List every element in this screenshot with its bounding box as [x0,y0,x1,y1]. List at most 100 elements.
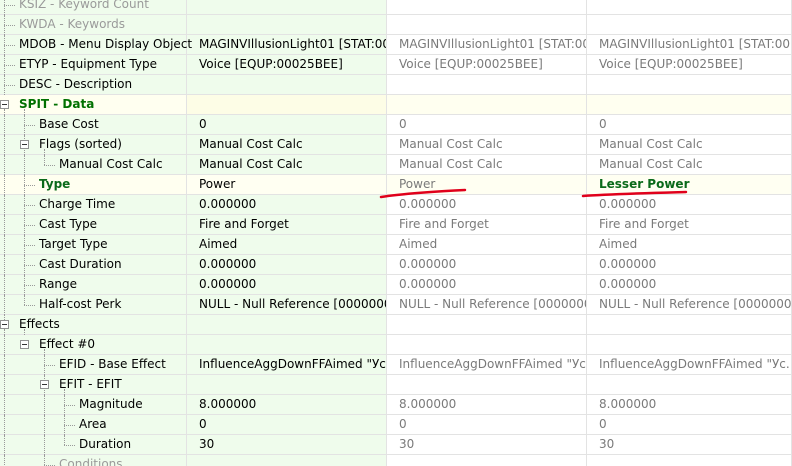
label-cell[interactable]: Effects [0,315,187,335]
label-cell[interactable]: Cast Duration [0,255,187,275]
value-cell[interactable]: Voice [EQUP:00025BEE] [187,55,387,74]
collapse-icon[interactable] [40,380,49,389]
row-manual-cost-calc[interactable]: Manual Cost Calc Manual Cost Calc Manual… [0,155,792,175]
row-area[interactable]: Area 0 0 0 [0,415,792,435]
value-cell[interactable]: Power [187,175,387,194]
value-cell[interactable]: 30 [187,435,387,454]
value-cell[interactable]: NULL - Null Reference [00000000] [187,295,387,314]
value-cell[interactable]: 0.000000 [587,275,792,294]
value-cell[interactable] [587,315,792,334]
value-cell[interactable] [187,15,387,34]
value-cell[interactable]: 0 [187,415,387,434]
value-cell[interactable] [187,375,387,394]
row-base-cost[interactable]: Base Cost 0 0 0 [0,115,792,135]
label-cell[interactable]: ETYP - Equipment Type [0,55,187,75]
label-cell[interactable]: Conditions [0,455,187,466]
label-cell[interactable]: Charge Time [0,195,187,215]
value-cell[interactable] [387,75,587,94]
value-cell[interactable]: NULL - Null Reference [00000000] [587,295,792,314]
value-cell[interactable] [187,75,387,94]
value-cell[interactable]: 8.000000 [187,395,387,414]
value-cell[interactable]: NULL - Null Reference [00000000] [387,295,587,314]
label-cell[interactable]: Cast Type [0,215,187,235]
value-cell[interactable]: InfluenceAggDownFFAimed "Ус... [187,355,387,374]
label-cell[interactable]: Duration [0,435,187,455]
value-cell[interactable]: Fire and Forget [187,215,387,234]
value-cell[interactable] [187,95,387,114]
label-cell[interactable]: SPIT - Data [0,95,187,115]
value-cell[interactable] [387,315,587,334]
row-ksiz[interactable]: KSIZ - Keyword Count [0,0,792,15]
row-desc[interactable]: DESC - Description [0,75,792,95]
value-cell[interactable] [387,335,587,354]
row-kwda[interactable]: KWDA - Keywords [0,15,792,35]
value-cell[interactable] [187,455,387,466]
value-cell[interactable]: 0.000000 [187,255,387,274]
row-range[interactable]: Range 0.000000 0.000000 0.000000 [0,275,792,295]
value-cell[interactable] [387,0,587,14]
row-duration[interactable]: Duration 30 30 30 [0,435,792,455]
label-cell[interactable]: Type [0,175,187,195]
value-cell[interactable]: Manual Cost Calc [187,155,387,174]
collapse-icon[interactable] [0,320,9,329]
collapse-icon[interactable] [20,340,29,349]
value-cell[interactable] [387,15,587,34]
row-target-type[interactable]: Target Type Aimed Aimed Aimed [0,235,792,255]
row-spit-data[interactable]: SPIT - Data [0,95,792,115]
value-cell[interactable]: 0.000000 [187,195,387,214]
value-cell[interactable]: 0.000000 [387,195,587,214]
value-cell[interactable]: InfluenceAggDownFFAimed "Ус... [387,355,587,374]
value-cell[interactable]: MAGINVIllusionLight01 [STAT:00... [387,35,587,54]
value-cell[interactable]: 8.000000 [587,395,792,414]
row-effects[interactable]: Effects [0,315,792,335]
value-cell[interactable] [587,15,792,34]
label-cell[interactable]: Effect #0 [0,335,187,355]
row-type[interactable]: Type Power Power Lesser Power [0,175,792,195]
row-etyp[interactable]: ETYP - Equipment Type Voice [EQUP:00025B… [0,55,792,75]
value-cell[interactable]: Voice [EQUP:00025BEE] [387,55,587,74]
label-cell[interactable]: Half-cost Perk [0,295,187,315]
value-cell[interactable]: 0.000000 [387,255,587,274]
value-cell[interactable]: Manual Cost Calc [587,155,792,174]
value-cell[interactable] [387,455,587,466]
value-cell[interactable]: Aimed [387,235,587,254]
label-cell[interactable]: KSIZ - Keyword Count [0,0,187,15]
row-efit[interactable]: EFIT - EFIT [0,375,792,395]
value-cell[interactable]: Manual Cost Calc [387,135,587,154]
value-cell[interactable]: Manual Cost Calc [187,135,387,154]
value-cell[interactable] [587,95,792,114]
label-cell[interactable]: Flags (sorted) [0,135,187,155]
value-cell[interactable]: 8.000000 [387,395,587,414]
label-cell[interactable]: KWDA - Keywords [0,15,187,35]
value-cell[interactable]: Aimed [587,235,792,254]
label-cell[interactable]: Target Type [0,235,187,255]
row-mdob[interactable]: MDOB - Menu Display Object MAGINVIllusio… [0,35,792,55]
row-efid-base-effect[interactable]: EFID - Base Effect InfluenceAggDownFFAim… [0,355,792,375]
value-cell[interactable] [587,375,792,394]
label-cell[interactable]: Manual Cost Calc [0,155,187,175]
value-cell[interactable]: Manual Cost Calc [387,155,587,174]
value-cell[interactable]: Power [387,175,587,194]
row-effect-0[interactable]: Effect #0 [0,335,792,355]
value-cell[interactable]: MAGINVIllusionLight01 [STAT:00... [587,35,792,54]
row-magnitude[interactable]: Magnitude 8.000000 8.000000 8.000000 [0,395,792,415]
row-cast-type[interactable]: Cast Type Fire and Forget Fire and Forge… [0,215,792,235]
value-cell[interactable]: Lesser Power [587,175,792,194]
value-cell[interactable]: 30 [587,435,792,454]
label-cell[interactable]: Base Cost [0,115,187,135]
label-cell[interactable]: DESC - Description [0,75,187,95]
value-cell[interactable] [587,335,792,354]
value-cell[interactable]: 0 [387,415,587,434]
row-half-cost-perk[interactable]: Half-cost Perk NULL - Null Reference [00… [0,295,792,315]
value-cell[interactable] [587,0,792,14]
value-cell[interactable]: 0.000000 [587,255,792,274]
value-cell[interactable]: 0 [587,415,792,434]
value-cell[interactable] [187,0,387,14]
value-cell[interactable] [587,75,792,94]
value-cell[interactable]: Aimed [187,235,387,254]
value-cell[interactable]: MAGINVIllusionLight01 [STAT:00... [187,35,387,54]
value-cell[interactable] [187,335,387,354]
value-cell[interactable]: 0 [187,115,387,134]
value-cell[interactable]: 0.000000 [587,195,792,214]
label-cell[interactable]: MDOB - Menu Display Object [0,35,192,55]
